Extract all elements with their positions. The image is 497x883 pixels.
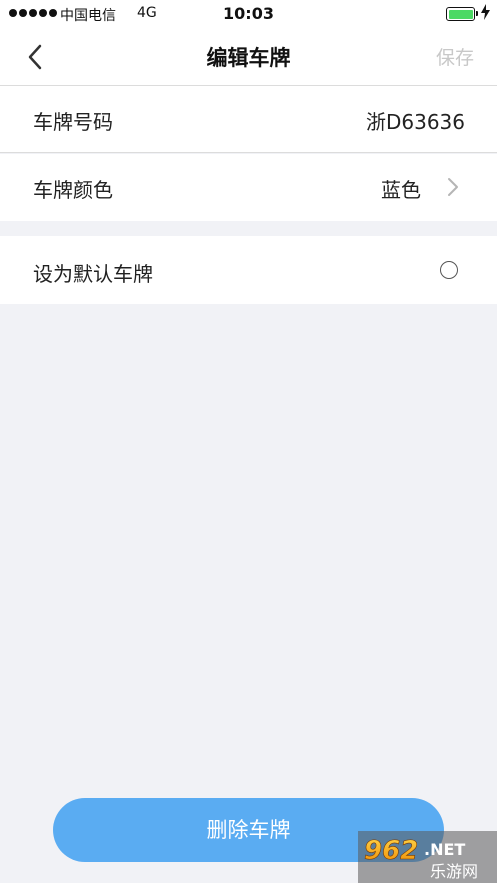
plate-color-label: 车牌颜色 (33, 178, 113, 202)
screen: 中国电信 4G 10:03 编辑车牌 保存 车牌号码 浙D63636 车牌颜色 … (0, 0, 497, 883)
plate-number-label: 车牌号码 (33, 110, 113, 134)
default-plate-label: 设为默认车牌 (33, 262, 153, 286)
plate-color-row[interactable]: 车牌颜色 蓝色 (0, 154, 497, 221)
status-bar: 中国电信 4G 10:03 (0, 0, 497, 28)
watermark-logo: 962 .NET 乐游网 (358, 831, 497, 883)
plate-number-row[interactable]: 车牌号码 浙D63636 (0, 86, 497, 153)
navigation-bar: 编辑车牌 保存 (0, 28, 497, 86)
plate-color-value: 蓝色 (381, 178, 421, 202)
battery-fill (448, 9, 473, 19)
svg-text:962: 962 (364, 836, 418, 866)
plate-number-value: 浙D63636 (365, 110, 465, 134)
save-button[interactable]: 保存 (436, 43, 474, 70)
default-plate-row[interactable]: 设为默认车牌 (0, 236, 497, 304)
chevron-right-icon (448, 178, 458, 196)
svg-text:乐游网: 乐游网 (430, 862, 478, 881)
svg-text:.NET: .NET (424, 840, 465, 859)
page-title: 编辑车牌 (206, 46, 291, 70)
default-plate-radio[interactable] (440, 261, 458, 279)
charging-icon (481, 4, 490, 24)
battery-icon (446, 7, 478, 21)
status-time: 10:03 (223, 4, 274, 23)
